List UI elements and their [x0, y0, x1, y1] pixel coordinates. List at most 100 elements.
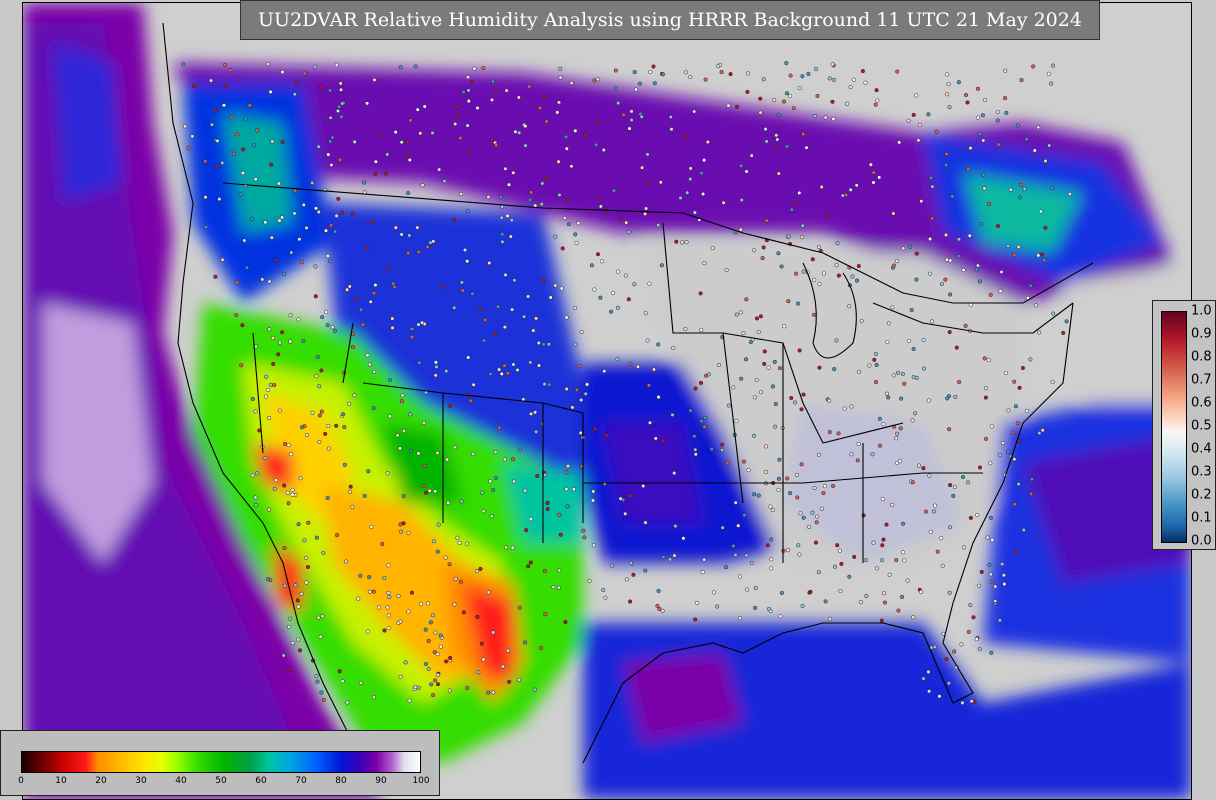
station-dot [761, 245, 766, 250]
station-dot [324, 309, 329, 315]
station-dot [763, 444, 768, 449]
station-dot [952, 485, 957, 490]
station-dot [415, 225, 420, 230]
station-dot [872, 357, 877, 362]
station-dot [340, 679, 345, 684]
station-dot [753, 605, 758, 610]
station-dot [565, 198, 570, 203]
station-dot [981, 138, 986, 143]
station-dot [673, 524, 678, 529]
station-dot [968, 603, 973, 608]
station-dot [328, 88, 333, 93]
station-dot [895, 431, 900, 436]
station-dot [405, 140, 410, 145]
station-dot [974, 267, 979, 272]
station-dot [479, 641, 484, 646]
station-dot [371, 695, 376, 700]
station-tick-0-1: 0.1 [1191, 510, 1212, 526]
station-dot [417, 360, 422, 365]
station-dot [758, 96, 763, 101]
rh-tick-20: 20 [95, 776, 107, 786]
station-tick-0-7: 0.7 [1191, 372, 1212, 388]
station-dot [960, 700, 965, 705]
station-colorbar: 1.0 0.9 0.8 0.7 0.6 0.5 0.4 0.3 0.2 0.1 … [1152, 300, 1216, 550]
station-dot [692, 210, 697, 215]
station-dot [821, 491, 826, 496]
station-dot [626, 230, 631, 235]
station-dot [557, 568, 562, 573]
station-dot [758, 390, 763, 395]
station-dot [503, 545, 509, 550]
station-dot [748, 339, 753, 345]
station-dot [408, 448, 413, 453]
station-dot [877, 175, 882, 180]
station-dot [930, 216, 935, 221]
station-dot [702, 261, 707, 266]
station-dot [448, 655, 453, 660]
station-dot [698, 291, 703, 296]
station-dot [1019, 182, 1024, 187]
station-dot [1000, 562, 1005, 567]
station-dot [1031, 64, 1036, 69]
station-dot [557, 512, 562, 517]
station-dot [776, 112, 781, 117]
station-dot [577, 364, 582, 369]
station-dot [217, 197, 222, 202]
station-dot [1020, 365, 1025, 371]
station-dot [808, 589, 813, 594]
station-dot [420, 183, 425, 188]
station-dot [325, 253, 330, 258]
station-dot [837, 548, 842, 553]
station-dot [531, 328, 536, 333]
station-dot [512, 278, 517, 283]
station-dot [571, 487, 576, 492]
station-dot [770, 507, 775, 513]
station-dot [214, 164, 220, 169]
station-dot [513, 129, 518, 134]
station-dot [610, 563, 615, 568]
station-dot [435, 549, 440, 554]
station-dot [819, 506, 825, 511]
station-dot [254, 128, 260, 133]
station-dot [863, 80, 868, 85]
station-dot [796, 301, 801, 306]
station-dot [823, 115, 828, 120]
station-dot [979, 221, 984, 226]
station-dot [840, 193, 845, 198]
station-dot [998, 289, 1003, 294]
station-dot [752, 395, 757, 400]
station-dot [350, 211, 355, 216]
station-dot [772, 359, 777, 364]
station-dot [406, 250, 411, 256]
station-dot [407, 233, 412, 238]
station-dot [914, 251, 919, 256]
station-dot [977, 583, 982, 588]
map-frame [22, 2, 1192, 800]
station-dot [282, 441, 288, 447]
station-dot [532, 687, 537, 692]
station-dot [310, 180, 315, 185]
station-dot [558, 532, 563, 537]
station-dot [471, 382, 476, 387]
station-dot [738, 574, 743, 579]
station-dot [292, 92, 297, 97]
station-dot [1034, 303, 1039, 308]
rh-tick-30: 30 [135, 776, 147, 786]
station-dot [493, 89, 498, 94]
station-dot [490, 79, 495, 84]
station-dot [401, 428, 406, 434]
rh-colorbar-gradient [21, 751, 421, 773]
station-dot [435, 672, 441, 677]
station-dot [502, 363, 507, 368]
station-dot [703, 415, 708, 420]
station-dot [867, 363, 872, 368]
station-dot [372, 369, 377, 374]
station-dot [871, 540, 876, 545]
station-dot [961, 545, 967, 550]
station-dot [813, 66, 819, 72]
station-dot [385, 605, 390, 610]
station-dot [535, 473, 540, 478]
station-dot [406, 530, 411, 535]
station-dot [300, 259, 305, 264]
station-dot [544, 119, 549, 124]
